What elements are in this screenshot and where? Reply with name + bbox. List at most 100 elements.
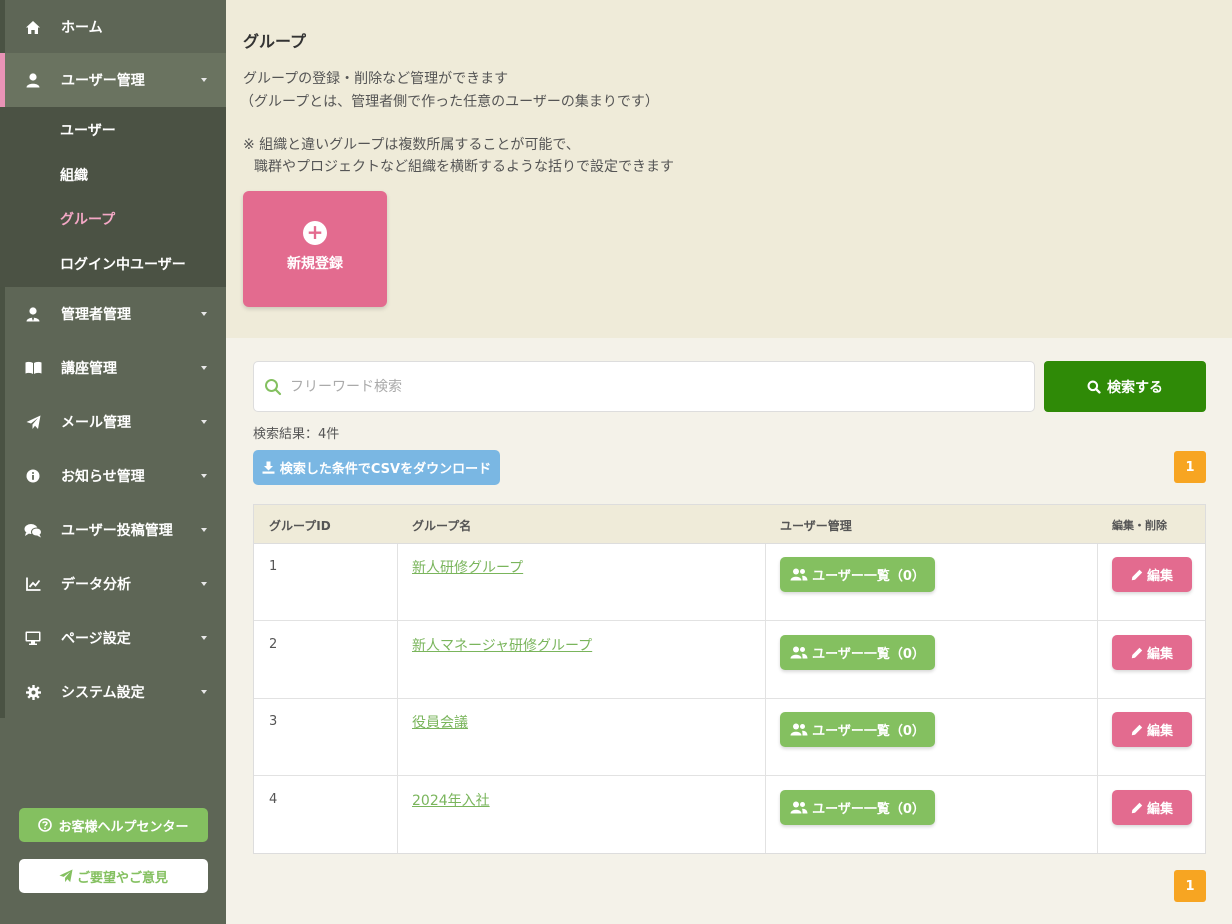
pencil-icon: [1131, 724, 1143, 735]
sidebar-item-label: 講座管理: [61, 361, 117, 377]
feedback-label: ご要望やご意見: [76, 870, 168, 886]
description-note: 職群やプロジェクトなど組織を横断するような括りで設定できます: [254, 159, 674, 175]
search-button-label: 検索する: [1107, 379, 1163, 396]
user-list-label: ユーザー一覧（0）: [812, 647, 925, 662]
info-icon: [24, 467, 42, 485]
table-header: グループID グループ名 ユーザー管理 編集・削除: [254, 505, 1205, 544]
users-icon: [790, 723, 808, 736]
pencil-icon: [1131, 802, 1143, 813]
sidebar-item-label: ユーザー管理: [61, 73, 145, 89]
csv-download-button[interactable]: 検索した条件でCSVをダウンロード: [253, 450, 500, 485]
pagination-page-button[interactable]: 1: [1174, 451, 1206, 483]
new-registration-button[interactable]: + 新規登録: [243, 191, 387, 307]
submenu-item-organizations[interactable]: 組織: [60, 165, 88, 185]
edit-label: 編集: [1146, 569, 1173, 584]
group-name-link[interactable]: 新人マネージャ研修グループ: [412, 635, 592, 655]
description-line: グループの登録・削除など管理ができます: [243, 71, 509, 87]
sidebar-item-user-post-management[interactable]: ユーザー投稿管理: [0, 503, 226, 557]
paper-plane-icon: [24, 413, 42, 431]
pagination-page-button[interactable]: 1: [1174, 870, 1206, 902]
comments-icon: [24, 521, 42, 539]
user-list-button[interactable]: ユーザー一覧（0）: [780, 790, 935, 825]
chevron-down-icon: [201, 78, 207, 82]
sidebar-item-label: システム設定: [61, 685, 145, 701]
submenu-item-groups[interactable]: グループ: [60, 209, 115, 229]
sidebar-item-label: ページ設定: [61, 631, 131, 647]
user-list-button[interactable]: ユーザー一覧（0）: [780, 712, 935, 747]
user-list-button[interactable]: ユーザー一覧（0）: [780, 557, 935, 592]
user-icon: [24, 71, 42, 89]
group-name-link[interactable]: 新人研修グループ: [412, 557, 523, 577]
new-registration-label: 新規登録: [287, 256, 343, 272]
monitor-icon: [24, 629, 42, 647]
sidebar-item-user-management[interactable]: ユーザー管理: [0, 53, 226, 107]
sidebar-item-label: お知らせ管理: [61, 469, 145, 485]
sidebar-item-notice-management[interactable]: お知らせ管理: [0, 449, 226, 503]
edit-label: 編集: [1146, 802, 1173, 817]
group-name-link[interactable]: 2024年入社: [412, 790, 490, 810]
column-header-group-name: グループ名: [412, 519, 472, 533]
description-line: （グループとは、管理者側で作った任意のユーザーの集まりです）: [240, 94, 659, 110]
sidebar-item-data-analysis[interactable]: データ分析: [0, 557, 226, 611]
search-icon: [1087, 380, 1101, 394]
sidebar-item-mail-management[interactable]: メール管理: [0, 395, 226, 449]
admin-icon: [24, 305, 42, 323]
page-title: グループ: [243, 32, 307, 51]
groups-table: グループID グループ名 ユーザー管理 編集・削除 1 新人研修グループ ユーザ…: [253, 504, 1206, 854]
sidebar-item-home[interactable]: ホーム: [0, 0, 226, 54]
help-center-button[interactable]: お客様ヘルプセンター: [19, 808, 208, 842]
sidebar-item-label: メール管理: [61, 415, 131, 431]
user-list-button[interactable]: ユーザー一覧（0）: [780, 635, 935, 670]
users-icon: [790, 801, 808, 814]
csv-download-label: 検索した条件でCSVをダウンロード: [279, 462, 492, 477]
edit-button[interactable]: 編集: [1112, 635, 1192, 670]
sidebar-item-label: データ分析: [61, 577, 131, 593]
book-icon: [24, 359, 42, 377]
chevron-down-icon: [201, 690, 207, 694]
column-header-group-id: グループID: [269, 519, 331, 533]
sidebar: ホーム ユーザー管理 ユーザー 組織 グループ ログイン中ユーザー 管理者管理 …: [0, 0, 226, 924]
edit-button[interactable]: 編集: [1112, 712, 1192, 747]
feedback-button[interactable]: ご要望やご意見: [19, 859, 208, 893]
plus-circle-icon: +: [303, 221, 327, 245]
user-list-label: ユーザー一覧（0）: [812, 724, 925, 739]
chevron-down-icon: [201, 528, 207, 532]
help-center-label: お客様ヘルプセンター: [58, 819, 189, 835]
group-id-cell: 3: [269, 714, 278, 729]
chevron-down-icon: [201, 312, 207, 316]
search-box: [253, 361, 1035, 412]
sidebar-item-label: 管理者管理: [61, 307, 131, 323]
submenu-item-users[interactable]: ユーザー: [60, 120, 116, 140]
search-icon: [265, 379, 282, 396]
sidebar-item-course-management[interactable]: 講座管理: [0, 341, 226, 395]
sidebar-item-page-settings[interactable]: ページ設定: [0, 611, 226, 665]
search-button[interactable]: 検索する: [1044, 361, 1206, 412]
column-header-user-management: ユーザー管理: [780, 519, 852, 533]
chevron-down-icon: [201, 366, 207, 370]
chevron-down-icon: [201, 582, 207, 586]
edit-label: 編集: [1146, 724, 1173, 739]
submenu-item-logged-in-users[interactable]: ログイン中ユーザー: [60, 254, 186, 274]
sidebar-item-system-settings[interactable]: システム設定: [0, 665, 226, 719]
table-row: 1 新人研修グループ ユーザー一覧（0） 編集: [254, 544, 1205, 621]
users-icon: [790, 568, 808, 581]
table-row: 2 新人マネージャ研修グループ ユーザー一覧（0） 編集: [254, 622, 1205, 699]
chevron-down-icon: [201, 636, 207, 640]
download-icon: [262, 461, 275, 474]
paper-plane-icon: [59, 869, 73, 883]
edit-button[interactable]: 編集: [1112, 557, 1192, 592]
edit-button[interactable]: 編集: [1112, 790, 1192, 825]
user-list-label: ユーザー一覧（0）: [812, 569, 925, 584]
active-indicator: [0, 53, 5, 107]
search-input[interactable]: [290, 370, 990, 403]
gear-icon: [24, 683, 42, 701]
chart-line-icon: [24, 575, 42, 593]
sidebar-item-label: ユーザー投稿管理: [61, 523, 173, 539]
table-row: 3 役員会議 ユーザー一覧（0） 編集: [254, 699, 1205, 776]
table-row: 4 2024年入社 ユーザー一覧（0） 編集: [254, 777, 1205, 854]
chevron-down-icon: [201, 474, 207, 478]
group-name-link[interactable]: 役員会議: [412, 712, 468, 732]
sidebar-submenu: ユーザー 組織 グループ ログイン中ユーザー: [0, 107, 226, 287]
sidebar-item-label: ホーム: [61, 20, 103, 36]
sidebar-item-admin-management[interactable]: 管理者管理: [0, 287, 226, 341]
